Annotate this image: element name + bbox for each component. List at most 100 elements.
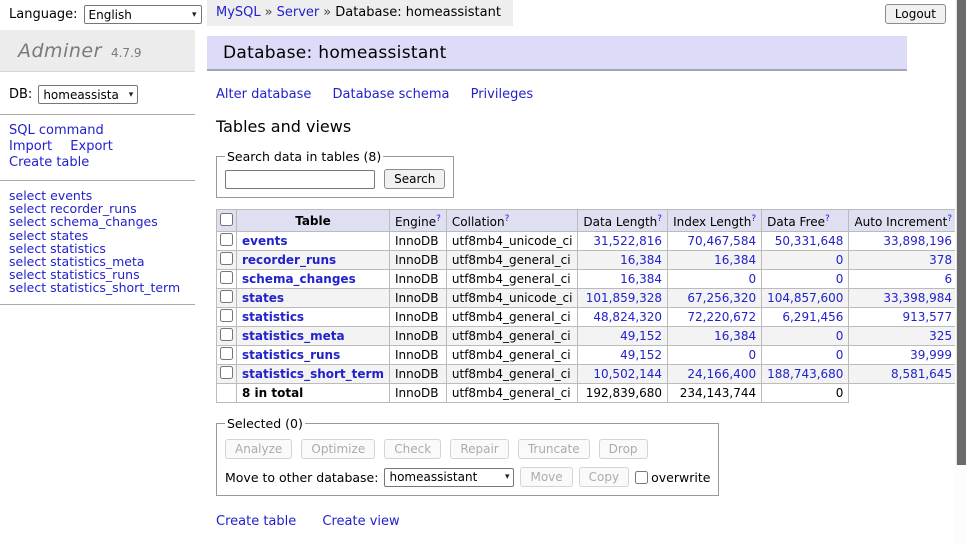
breadcrumb-server-link[interactable]: Server xyxy=(277,5,320,20)
column-header-data-length: Data Length? xyxy=(578,210,668,232)
privileges-link[interactable]: Privileges xyxy=(471,87,534,102)
auto-increment-link[interactable]: 325 xyxy=(929,329,952,343)
index-length-link[interactable]: 67,256,320 xyxy=(687,291,756,305)
sidebar-actions: SQL command Import Export Create table xyxy=(0,115,180,180)
create-view-link[interactable]: Create view xyxy=(322,514,399,529)
index-length-link[interactable]: 70,467,584 xyxy=(687,234,756,248)
language-select-wrap: English xyxy=(84,5,202,24)
table-link[interactable]: events xyxy=(242,234,288,248)
help-link[interactable]: ? xyxy=(505,214,510,224)
data-free-link[interactable]: 0 xyxy=(836,253,844,267)
tables-overview-table: Table Engine? Collation? Data Length? In… xyxy=(216,209,966,403)
data-length-link[interactable]: 101,859,328 xyxy=(586,291,662,305)
total-row: 8 in total InnoDB utf8mb4_general_ci 192… xyxy=(217,384,966,403)
collation-cell: utf8mb4_general_ci xyxy=(446,251,578,270)
index-length-link[interactable]: 72,220,672 xyxy=(687,310,756,324)
table-link[interactable]: schema_changes xyxy=(242,272,356,286)
auto-increment-link[interactable]: 33,398,984 xyxy=(883,291,952,305)
table-link[interactable]: statistics xyxy=(242,310,304,324)
db-select[interactable]: homeassistant xyxy=(38,85,138,104)
data-free-link[interactable]: 6,291,456 xyxy=(782,310,843,324)
data-free-link[interactable]: 188,743,680 xyxy=(767,367,843,381)
select-all-checkbox[interactable] xyxy=(220,213,233,226)
column-header-data-free: Data Free? xyxy=(762,210,849,232)
data-length-link[interactable]: 49,152 xyxy=(620,348,662,362)
total-engine: InnoDB xyxy=(389,384,446,403)
row-checkbox[interactable] xyxy=(220,290,233,303)
data-free-link[interactable]: 0 xyxy=(836,272,844,286)
scrollbar-thumb[interactable] xyxy=(956,0,966,465)
data-free-link[interactable]: 0 xyxy=(836,348,844,362)
create-links-row: Create table Create view xyxy=(216,514,907,529)
data-free-link[interactable]: 104,857,600 xyxy=(767,291,843,305)
data-length-link[interactable]: 48,824,320 xyxy=(593,310,662,324)
auto-increment-link[interactable]: 6 xyxy=(944,272,952,286)
table-link[interactable]: states xyxy=(242,291,284,305)
move-db-select[interactable]: homeassistant xyxy=(384,468,514,487)
index-length-link[interactable]: 0 xyxy=(748,272,756,286)
auto-increment-link[interactable]: 8,581,645 xyxy=(891,367,952,381)
sidebar-import-link[interactable]: Import xyxy=(9,139,52,154)
row-checkbox[interactable] xyxy=(220,233,233,246)
row-checkbox[interactable] xyxy=(220,347,233,360)
analyze-button[interactable]: Analyze xyxy=(225,439,292,459)
data-free-link[interactable]: 50,331,648 xyxy=(775,234,844,248)
main-content: MySQL»Server»Database: homeassistant Dat… xyxy=(207,0,907,543)
language-select[interactable]: English xyxy=(84,5,202,24)
help-link[interactable]: ? xyxy=(657,214,662,224)
row-checkbox[interactable] xyxy=(220,309,233,322)
table-link[interactable]: statistics_runs xyxy=(242,348,340,362)
row-checkbox[interactable] xyxy=(220,328,233,341)
table-body: events InnoDB utf8mb4_unicode_ci 31,522,… xyxy=(217,232,966,403)
index-length-link[interactable]: 16,384 xyxy=(714,253,756,267)
table-link[interactable]: statistics_meta xyxy=(242,329,345,343)
data-free-link[interactable]: 0 xyxy=(836,329,844,343)
data-length-link[interactable]: 16,384 xyxy=(620,272,662,286)
auto-increment-link[interactable]: 33,898,196 xyxy=(883,234,952,248)
row-checkbox[interactable] xyxy=(220,271,233,284)
breadcrumb-mysql-link[interactable]: MySQL xyxy=(216,5,261,20)
index-length-link[interactable]: 24,166,400 xyxy=(687,367,756,381)
help-link[interactable]: ? xyxy=(947,214,952,224)
create-table-link[interactable]: Create table xyxy=(216,514,296,529)
search-input[interactable] xyxy=(225,170,375,189)
help-link[interactable]: ? xyxy=(751,214,756,224)
help-link[interactable]: ? xyxy=(436,214,441,224)
auto-increment-link[interactable]: 913,577 xyxy=(902,310,952,324)
data-length-link[interactable]: 10,502,144 xyxy=(593,367,662,381)
sidebar-export-link[interactable]: Export xyxy=(70,139,113,154)
auto-increment-link[interactable]: 378 xyxy=(929,253,952,267)
collation-cell: utf8mb4_unicode_ci xyxy=(446,289,578,308)
row-checkbox[interactable] xyxy=(220,366,233,379)
index-length-link[interactable]: 0 xyxy=(748,348,756,362)
brand-version: 4.7.9 xyxy=(111,46,142,60)
total-collation: utf8mb4_general_ci xyxy=(446,384,578,403)
truncate-button[interactable]: Truncate xyxy=(518,439,590,459)
data-length-link[interactable]: 16,384 xyxy=(620,253,662,267)
index-length-link[interactable]: 16,384 xyxy=(714,329,756,343)
repair-button[interactable]: Repair xyxy=(450,439,508,459)
help-link[interactable]: ? xyxy=(825,214,830,224)
auto-increment-link[interactable]: 39,999 xyxy=(910,348,952,362)
search-button[interactable]: Search xyxy=(384,169,445,189)
move-button[interactable]: Move xyxy=(520,467,572,487)
data-length-link[interactable]: 49,152 xyxy=(620,329,662,343)
sidebar-table-link-statistics-short-term[interactable]: statistics_short_term xyxy=(50,280,180,295)
row-checkbox[interactable] xyxy=(220,252,233,265)
copy-button[interactable]: Copy xyxy=(579,467,629,487)
table-link[interactable]: recorder_runs xyxy=(242,253,336,267)
optimize-button[interactable]: Optimize xyxy=(301,439,375,459)
drop-button[interactable]: Drop xyxy=(599,439,648,459)
check-button[interactable]: Check xyxy=(384,439,441,459)
select-link[interactable]: select xyxy=(9,280,46,295)
table-row: events InnoDB utf8mb4_unicode_ci 31,522,… xyxy=(217,232,966,251)
database-schema-link[interactable]: Database schema xyxy=(333,87,450,102)
overwrite-checkbox[interactable] xyxy=(635,471,648,484)
sidebar-sql-command-link[interactable]: SQL command xyxy=(9,123,104,138)
vertical-scrollbar[interactable] xyxy=(955,0,966,543)
data-length-link[interactable]: 31,522,816 xyxy=(593,234,662,248)
alter-database-link[interactable]: Alter database xyxy=(216,87,311,102)
sidebar-create-table-link[interactable]: Create table xyxy=(9,155,89,170)
table-link[interactable]: statistics_short_term xyxy=(242,367,384,381)
total-label: 8 in total xyxy=(237,384,390,403)
